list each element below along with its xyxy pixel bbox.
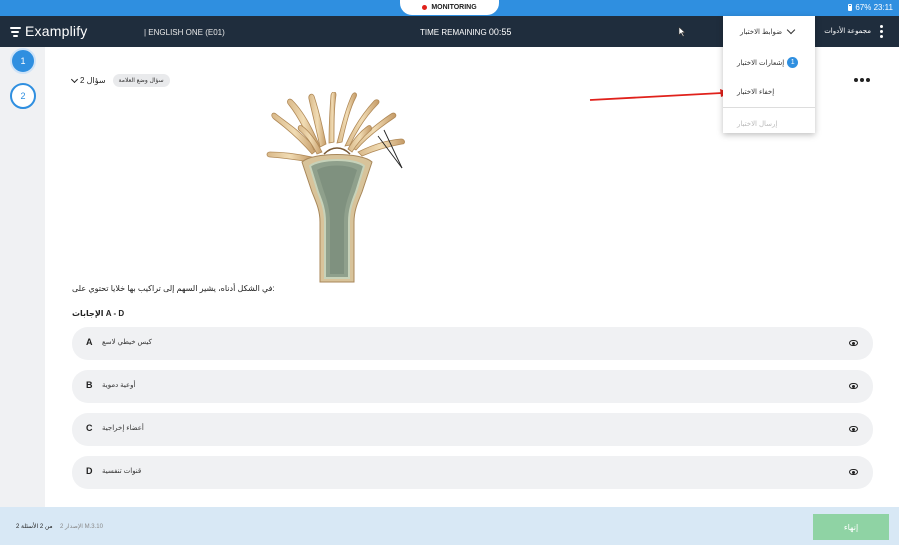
logo-text: Examplify [25,23,88,39]
more-options-icon[interactable] [854,78,870,82]
question-nav-2[interactable]: 2 [10,83,36,109]
monitoring-label: MONITORING [431,4,477,11]
menu-item-notifications[interactable]: إشعارات الاختبار 1 [723,48,815,77]
question-nav-1[interactable]: 1 [10,48,36,74]
tools-button[interactable]: مجموعة الأدوات [824,27,871,35]
red-arrow-annotation [589,89,731,101]
choice-text: كيس خيطي لاسع [102,339,152,346]
mouse-cursor-icon [678,27,686,37]
battery-time: 67% 23:11 [855,3,893,12]
time-label: TIME REMAINING [420,28,487,37]
question-stem: في الشكل أدناه، يشير السهم إلى تراكيب به… [72,284,275,293]
choice-letter: C [86,423,93,433]
recording-dot-icon [422,5,428,10]
exam-controls-menu: ضوابط الاختبار إشعارات الاختبار 1 إخفاء … [723,16,815,133]
question-count: من 2 الأسئلة 2 [16,524,53,530]
choice-text: أعضاء إخراجية [102,425,144,432]
battery-status: 67% 23:11 [848,3,893,12]
question-navigator: 1 2 [0,47,45,507]
exam-footer: من 2 الأسئلة 2 الإصدار 2 M.3.10 إنهاء [0,507,899,545]
notification-badge: 1 [787,57,799,68]
time-value: 00:55 [488,27,512,37]
choice-text: أوعية دموية [102,382,136,389]
question-number-dropdown[interactable]: سؤال 2 [70,75,106,85]
answer-choice-b[interactable]: B أوعية دموية [72,370,873,403]
eye-icon[interactable] [849,340,858,346]
status-bar: MONITORING 67% 23:11 [0,0,899,16]
chevron-down-icon [70,75,79,83]
exam-controls-toggle[interactable]: ضوابط الاختبار [723,16,815,48]
menu-divider [723,107,815,108]
battery-icon [848,4,853,11]
answer-choice-d[interactable]: D قنوات تنفسية [72,456,873,489]
question-toolbar: سؤال 2 سؤال وضع العلامة [70,74,170,87]
exam-controls-title: ضوابط الاختبار [740,29,783,36]
monitoring-indicator: MONITORING [400,0,499,15]
app-version: الإصدار 2 M.3.10 [60,524,103,530]
examplify-logo: Examplify [10,23,87,39]
chevron-down-icon [786,25,796,35]
choice-text: قنوات تنفسية [102,468,142,475]
time-remaining: TIME REMAINING 00:55 [420,27,511,37]
menu-item-submit-exam[interactable]: إرسال الاختبار [723,109,815,138]
answer-choice-c[interactable]: C أعضاء إخراجية [72,413,873,446]
choice-letter: D [86,466,93,476]
kebab-menu-icon[interactable] [880,25,883,38]
finish-exam-button[interactable]: إنهاء [813,514,889,540]
eye-icon[interactable] [849,469,858,475]
eye-icon[interactable] [849,383,858,389]
eye-icon[interactable] [849,426,858,432]
menu-item-hide-exam[interactable]: إخفاء الاختبار [723,77,815,106]
flag-question-button[interactable]: سؤال وضع العلامة [112,74,170,87]
choice-letter: B [86,380,93,390]
answer-choice-a[interactable]: A كيس خيطي لاسع [72,327,873,360]
logo-icon [10,26,21,37]
answers-label: الإجابات A - D [72,309,125,318]
exam-name: | ENGLISH ONE (E01) [144,28,225,37]
organism-diagram [266,92,405,283]
choice-letter: A [86,337,93,347]
